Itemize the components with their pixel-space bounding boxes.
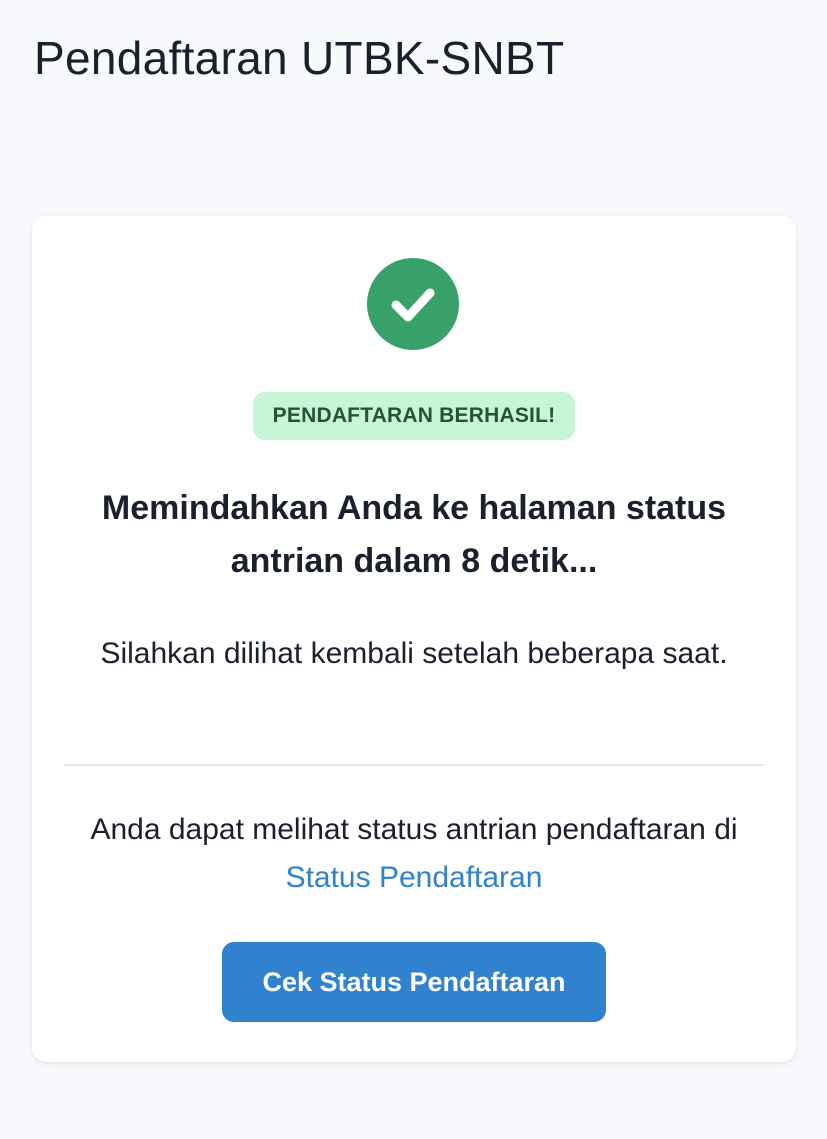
- divider: [64, 764, 764, 766]
- check-circle-icon: [367, 258, 459, 350]
- status-pendaftaran-link[interactable]: Status Pendaftaran: [286, 861, 543, 894]
- revisit-message: Silahkan dilihat kembali setelah beberap…: [100, 637, 728, 670]
- status-info-text: Anda dapat melihat status antrian pendaf…: [56, 806, 772, 902]
- checkmark-icon: [391, 288, 435, 322]
- check-status-button[interactable]: Cek Status Pendaftaran: [222, 942, 606, 1022]
- status-info-prefix: Anda dapat melihat status antrian pendaf…: [90, 813, 738, 846]
- status-badge: PENDAFTARAN BERHASIL!: [252, 392, 576, 440]
- redirect-heading: Memindahkan Anda ke halaman status antri…: [101, 489, 727, 580]
- page-title: Pendaftaran UTBK-SNBT: [34, 32, 565, 84]
- registration-success-card: PENDAFTARAN BERHASIL! Memindahkan Anda k…: [32, 216, 796, 1062]
- status-badge-container: PENDAFTARAN BERHASIL!: [32, 392, 796, 440]
